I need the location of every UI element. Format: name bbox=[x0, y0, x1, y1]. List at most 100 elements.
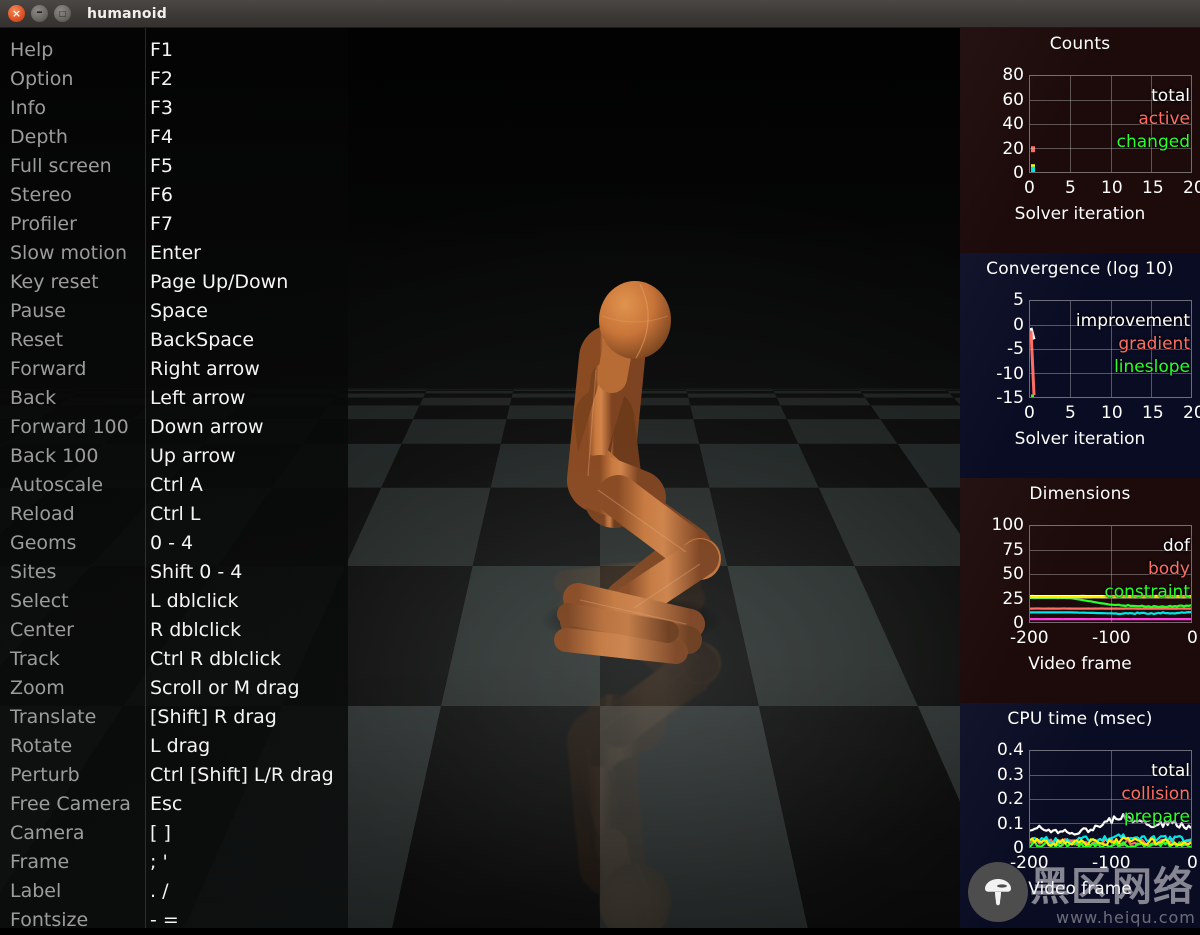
y-tick-label: 0.3 bbox=[960, 767, 1024, 784]
legend-entry: body bbox=[1104, 561, 1190, 578]
window-titlebar: × – □ humanoid bbox=[0, 0, 1200, 28]
help-row: RotateL drag bbox=[0, 732, 348, 761]
help-action-label: Option bbox=[0, 65, 145, 94]
x-tick-label: -200 bbox=[1010, 855, 1049, 872]
help-shortcut-value: F4 bbox=[145, 123, 173, 152]
y-tick-label: 0 bbox=[960, 317, 1024, 334]
help-shortcut-value: Right arrow bbox=[145, 355, 260, 384]
help-shortcut-value: Space bbox=[145, 297, 208, 326]
help-action-label: Sites bbox=[0, 558, 145, 587]
maximize-icon: □ bbox=[59, 10, 67, 18]
gridline-vertical bbox=[1070, 76, 1071, 172]
y-tick-label: -5 bbox=[960, 341, 1024, 358]
help-row: InfoF3 bbox=[0, 94, 348, 123]
help-row: DepthF4 bbox=[0, 123, 348, 152]
help-row: SelectL dblclick bbox=[0, 587, 348, 616]
help-row: Translate[Shift] R drag bbox=[0, 703, 348, 732]
help-row: HelpF1 bbox=[0, 36, 348, 65]
help-shortcut-value: Scroll or M drag bbox=[145, 674, 300, 703]
y-tick-label: 60 bbox=[960, 92, 1024, 109]
help-shortcut-value: R dblclick bbox=[145, 616, 241, 645]
help-shortcut-value: F1 bbox=[145, 36, 173, 65]
help-row: Full screenF5 bbox=[0, 152, 348, 181]
series-line bbox=[1031, 331, 1034, 395]
help-action-label: Reset bbox=[0, 326, 145, 355]
close-icon: × bbox=[12, 8, 21, 19]
help-action-label: Pause bbox=[0, 297, 145, 326]
help-action-label: Track bbox=[0, 645, 145, 674]
help-row: Back 100Up arrow bbox=[0, 442, 348, 471]
help-row: ResetBackSpace bbox=[0, 326, 348, 355]
close-window-button[interactable]: × bbox=[8, 5, 25, 22]
legend-entry: total bbox=[1121, 763, 1190, 780]
y-tick-label: -10 bbox=[960, 366, 1024, 383]
help-shortcut-value: Down arrow bbox=[145, 413, 264, 442]
help-row: Frame; ' bbox=[0, 848, 348, 877]
chart-legend: improvementgradientlineslope bbox=[1076, 313, 1190, 382]
legend-entry: dof bbox=[1104, 538, 1190, 555]
chart-legend: dofbodyconstraint bbox=[1104, 538, 1190, 607]
help-shortcut-value: L dblclick bbox=[145, 587, 238, 616]
help-shortcut-value: Ctrl [Shift] L/R drag bbox=[145, 761, 334, 790]
x-tick-label: 20 bbox=[1183, 405, 1200, 422]
help-action-label: Fontsize bbox=[0, 906, 145, 935]
x-tick-label: -200 bbox=[1010, 630, 1049, 647]
help-shortcut-list: HelpF1OptionF2InfoF3DepthF4Full screenF5… bbox=[0, 36, 348, 935]
help-row: ReloadCtrl L bbox=[0, 500, 348, 529]
help-shortcut-value: [Shift] R drag bbox=[145, 703, 277, 732]
help-shortcut-value: F2 bbox=[145, 65, 173, 94]
legend-entry: improvement bbox=[1076, 313, 1190, 330]
help-shortcut-value: [ ] bbox=[145, 819, 171, 848]
gridline-vertical bbox=[1111, 751, 1112, 847]
help-row: BackLeft arrow bbox=[0, 384, 348, 413]
help-action-label: Help bbox=[0, 36, 145, 65]
x-tick-label: 15 bbox=[1142, 180, 1164, 197]
help-action-label: Autoscale bbox=[0, 471, 145, 500]
help-action-label: Forward bbox=[0, 355, 145, 384]
help-action-label: Zoom bbox=[0, 674, 145, 703]
help-action-label: Slow motion bbox=[0, 239, 145, 268]
help-action-label: Back 100 bbox=[0, 442, 145, 471]
y-tick-label: 5 bbox=[960, 292, 1024, 309]
help-row: TrackCtrl R dblclick bbox=[0, 645, 348, 674]
y-tick-label: 0 bbox=[960, 165, 1024, 182]
y-tick-label: -15 bbox=[960, 390, 1024, 407]
x-tick-label: 10 bbox=[1101, 405, 1123, 422]
legend-entry: prepare bbox=[1121, 809, 1190, 826]
y-tick-label: 50 bbox=[960, 566, 1024, 583]
help-row: Forward 100Down arrow bbox=[0, 413, 348, 442]
x-tick-label: -100 bbox=[1092, 630, 1131, 647]
maximize-window-button[interactable]: □ bbox=[54, 5, 71, 22]
gridline-vertical bbox=[1111, 76, 1112, 172]
help-shortcut-value: Up arrow bbox=[145, 442, 236, 471]
figure-panels: Counts80604020005101520totalactivechange… bbox=[960, 28, 1200, 928]
help-shortcut-value: - = bbox=[145, 906, 179, 935]
help-shortcut-value: Shift 0 - 4 bbox=[145, 558, 242, 587]
help-row: CenterR dblclick bbox=[0, 616, 348, 645]
x-tick-label: 10 bbox=[1101, 180, 1123, 197]
y-tick-label: 20 bbox=[960, 141, 1024, 158]
chart-panel-convergence: Convergence (log 10)50-5-10-1505101520im… bbox=[960, 253, 1200, 478]
x-axis-title: Solver iteration bbox=[960, 429, 1200, 449]
minimize-window-button[interactable]: – bbox=[31, 5, 48, 22]
window-title: humanoid bbox=[87, 6, 167, 22]
help-row: Fontsize- = bbox=[0, 906, 348, 935]
help-shortcut-value: Ctrl A bbox=[145, 471, 203, 500]
help-row: PauseSpace bbox=[0, 297, 348, 326]
help-action-label: Translate bbox=[0, 703, 145, 732]
x-tick-label: 0 bbox=[1187, 630, 1198, 647]
y-tick-label: 0.2 bbox=[960, 791, 1024, 808]
help-action-label: Full screen bbox=[0, 152, 145, 181]
chart-title: CPU time (msec) bbox=[960, 709, 1200, 729]
chart-legend: totalactivechanged bbox=[1117, 88, 1190, 157]
x-tick-label: 5 bbox=[1065, 405, 1076, 422]
help-shortcut-value: Left arrow bbox=[145, 384, 245, 413]
help-shortcut-value: F7 bbox=[145, 210, 173, 239]
help-shortcut-value: F6 bbox=[145, 181, 173, 210]
help-shortcut-value: F3 bbox=[145, 94, 173, 123]
help-action-label: Profiler bbox=[0, 210, 145, 239]
help-action-label: Perturb bbox=[0, 761, 145, 790]
help-shortcut-value: Page Up/Down bbox=[145, 268, 288, 297]
help-action-label: Info bbox=[0, 94, 145, 123]
legend-entry: total bbox=[1117, 88, 1190, 105]
